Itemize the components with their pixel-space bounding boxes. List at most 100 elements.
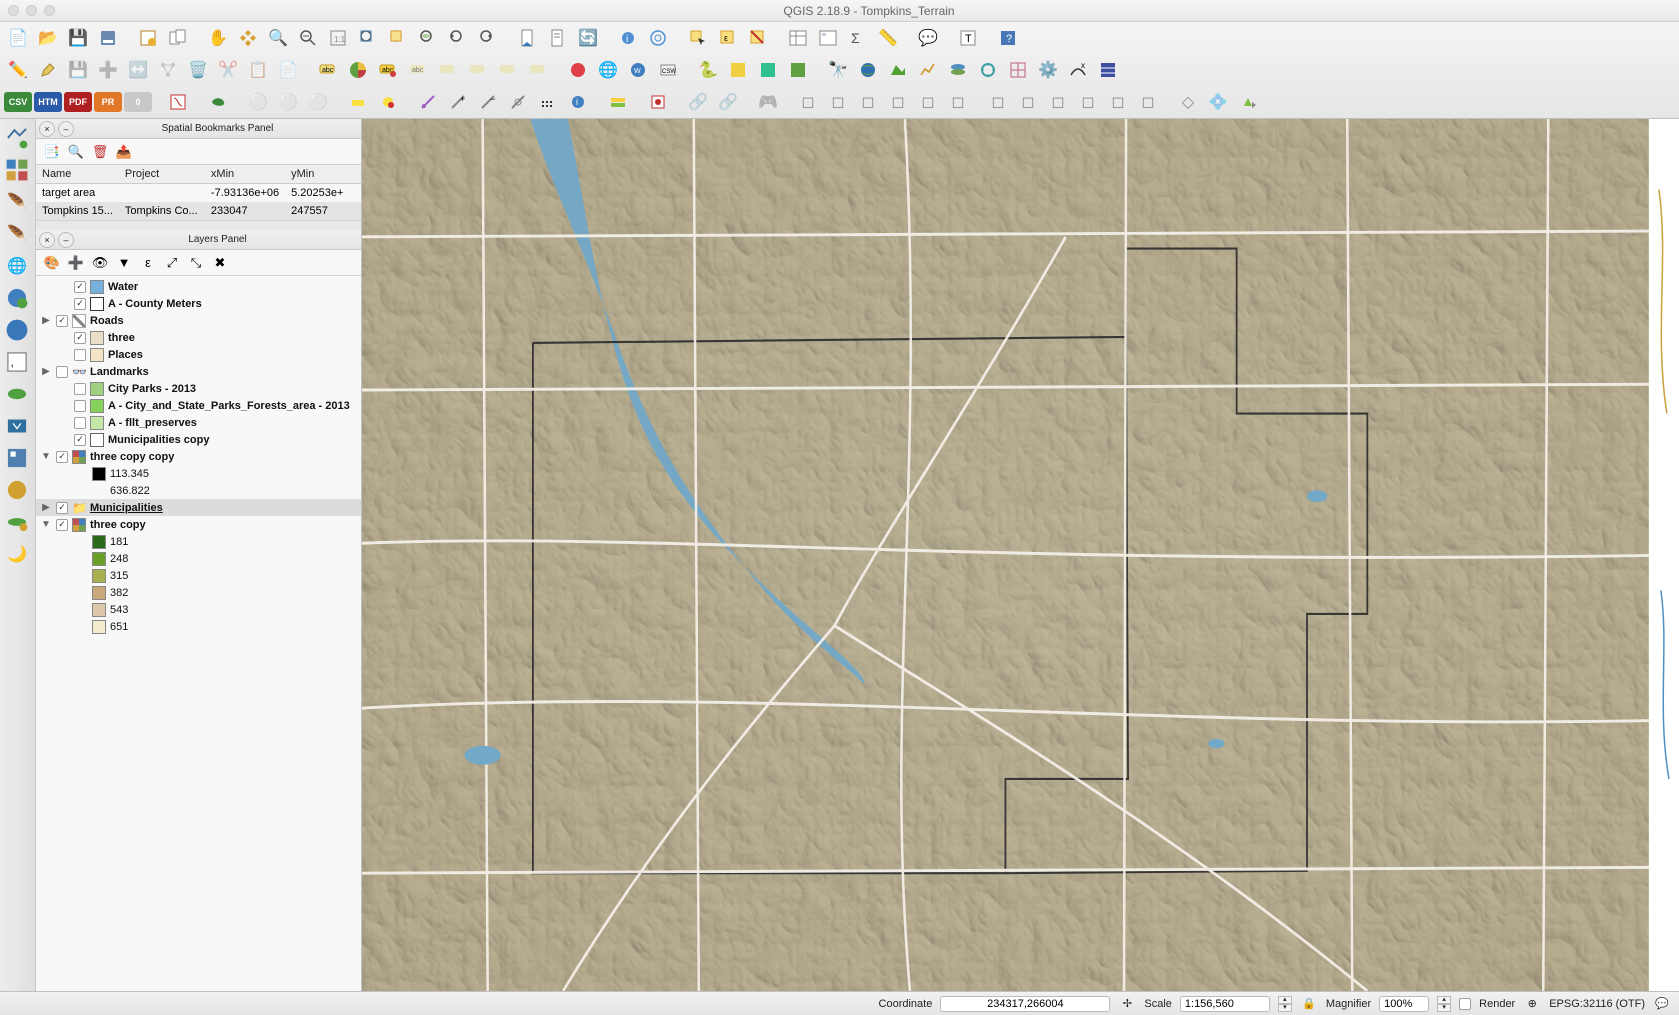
- show-bookmarks-button[interactable]: [544, 25, 572, 51]
- zoom-full-button[interactable]: [354, 25, 382, 51]
- bookmarks-col-xmin[interactable]: xMin: [205, 165, 285, 184]
- layer-visibility-checkbox[interactable]: [56, 315, 68, 327]
- layers-expand-icon[interactable]: ⤢: [162, 253, 182, 273]
- plugin-green-button[interactable]: [784, 57, 812, 83]
- add-raster-layer-button[interactable]: [4, 157, 30, 183]
- layer-visibility-checkbox[interactable]: [74, 400, 86, 412]
- add-postgis-button[interactable]: 🪶: [4, 221, 30, 247]
- add-wcs-layer-button[interactable]: [4, 285, 30, 311]
- layer-row[interactable]: ▶382: [36, 584, 361, 601]
- layers-analysis-icon[interactable]: [944, 57, 972, 83]
- layer-visibility-checkbox[interactable]: [56, 502, 68, 514]
- minimize-window-icon[interactable]: [26, 5, 37, 16]
- deselect-all-button[interactable]: [744, 25, 772, 51]
- osm-button[interactable]: [564, 57, 592, 83]
- plugin-r3-27[interactable]: ◻: [1044, 89, 1072, 115]
- plugin-r3-18[interactable]: 🎮: [754, 89, 782, 115]
- new-bookmark-button[interactable]: [514, 25, 542, 51]
- measure-button[interactable]: 📏: [874, 25, 902, 51]
- export-htm-button[interactable]: HTM: [34, 92, 62, 112]
- area-icon[interactable]: [884, 57, 912, 83]
- refresh-button[interactable]: 🔄: [574, 25, 602, 51]
- plugin-r3-4[interactable]: ⚪: [274, 89, 302, 115]
- plugin-r3-14[interactable]: [604, 89, 632, 115]
- add-wfs-button[interactable]: W: [624, 57, 652, 83]
- layers-minimize-icon[interactable]: –: [58, 232, 74, 248]
- save-as-button[interactable]: [94, 25, 122, 51]
- curve-icon[interactable]: x: [1064, 57, 1092, 83]
- line-analysis-icon[interactable]: [914, 57, 942, 83]
- plugin-r3-9[interactable]: +: [444, 89, 472, 115]
- zoom-to-layer-button[interactable]: [414, 25, 442, 51]
- expand-icon[interactable]: ▼: [40, 451, 52, 462]
- layers-manage-visibility-icon[interactable]: 👁: [90, 253, 110, 273]
- expand-icon[interactable]: ▶: [40, 315, 52, 326]
- layer-row[interactable]: ▶A - fllt_preserves: [36, 414, 361, 431]
- layer-row[interactable]: ▶Water: [36, 278, 361, 295]
- zoom-in-button[interactable]: 🔍: [264, 25, 292, 51]
- plugin-r3-6[interactable]: [344, 89, 372, 115]
- plugin-r3-32[interactable]: 💠: [1204, 89, 1232, 115]
- copy-features-button[interactable]: 📋: [244, 57, 272, 83]
- layer-visibility-checkbox[interactable]: [74, 332, 86, 344]
- layers-tree[interactable]: ▶Water▶A - County Meters▶Roads▶three▶Pla…: [36, 276, 361, 991]
- field-calculator-button[interactable]: [814, 25, 842, 51]
- bookmark-zoom-icon[interactable]: 🔍: [66, 142, 86, 162]
- node-tool-button[interactable]: [154, 57, 182, 83]
- add-virtual-layer-button[interactable]: [4, 413, 30, 439]
- layer-visibility-checkbox[interactable]: [56, 451, 68, 463]
- layer-visibility-checkbox[interactable]: [74, 281, 86, 293]
- plugin-r3-8[interactable]: [414, 89, 442, 115]
- gear-icon[interactable]: ⚙️: [1034, 57, 1062, 83]
- plugin-r3-11[interactable]: [504, 89, 532, 115]
- layer-row[interactable]: ▶543: [36, 601, 361, 618]
- save-layer-edits-button[interactable]: 💾: [64, 57, 92, 83]
- layer-row[interactable]: ▶181: [36, 533, 361, 550]
- bookmarks-col-name[interactable]: Name: [36, 165, 119, 184]
- globe-icon[interactable]: [854, 57, 882, 83]
- bookmark-delete-icon[interactable]: 🗑: [90, 142, 110, 162]
- plugin-r3-20[interactable]: ◻: [824, 89, 852, 115]
- messages-icon[interactable]: 💬: [1653, 995, 1671, 1013]
- show-labels-button[interactable]: [434, 57, 462, 83]
- layer-visibility-checkbox[interactable]: [74, 434, 86, 446]
- help-button[interactable]: ?: [994, 25, 1022, 51]
- bookmarks-col-project[interactable]: Project: [119, 165, 205, 184]
- pin-labels-button[interactable]: abc: [404, 57, 432, 83]
- layer-row[interactable]: ▶👓Landmarks: [36, 363, 361, 380]
- new-shapefile-button[interactable]: [4, 477, 30, 503]
- add-csw-button[interactable]: CSW: [654, 57, 682, 83]
- rotate-label-button[interactable]: [494, 57, 522, 83]
- identify-button[interactable]: i: [614, 25, 642, 51]
- plugin-r3-13[interactable]: i: [564, 89, 592, 115]
- layer-row[interactable]: ▶Places: [36, 346, 361, 363]
- layer-visibility-checkbox[interactable]: [56, 519, 68, 531]
- map-tips-button[interactable]: 💬: [914, 25, 942, 51]
- move-label-button[interactable]: [464, 57, 492, 83]
- zoom-out-button[interactable]: [294, 25, 322, 51]
- plugin-r3-25[interactable]: ◻: [984, 89, 1012, 115]
- layer-row[interactable]: ▶A - City_and_State_Parks_Forests_area -…: [36, 397, 361, 414]
- plugin-cyan-button[interactable]: [754, 57, 782, 83]
- bookmark-row[interactable]: target area-7.93136e+065.20253e+: [36, 184, 361, 203]
- binoculars-icon[interactable]: 🔭: [824, 57, 852, 83]
- text-annotation-button[interactable]: T: [954, 25, 982, 51]
- layer-visibility-checkbox[interactable]: [74, 383, 86, 395]
- save-project-button[interactable]: 💾: [64, 25, 92, 51]
- add-wms-layer-button[interactable]: 🌐: [4, 253, 30, 279]
- select-by-expression-button[interactable]: ε: [714, 25, 742, 51]
- layer-row[interactable]: ▶Roads: [36, 312, 361, 329]
- zoom-last-button[interactable]: [444, 25, 472, 51]
- toggle-editing-button[interactable]: [34, 57, 62, 83]
- layer-visibility-checkbox[interactable]: [74, 298, 86, 310]
- add-delimited-text-button[interactable]: ,: [4, 349, 30, 375]
- statistics-button[interactable]: Σ: [844, 25, 872, 51]
- plugin-r3-23[interactable]: ◻: [914, 89, 942, 115]
- create-layer-button[interactable]: [4, 509, 30, 535]
- zoom-native-button[interactable]: 1:1: [324, 25, 352, 51]
- plugin-r3-2[interactable]: [204, 89, 232, 115]
- new-project-button[interactable]: 📄: [4, 25, 32, 51]
- export-csv-button[interactable]: CSV: [4, 92, 32, 112]
- plugin-r3-19[interactable]: ◻: [794, 89, 822, 115]
- plugin-r3-16[interactable]: 🔗: [684, 89, 712, 115]
